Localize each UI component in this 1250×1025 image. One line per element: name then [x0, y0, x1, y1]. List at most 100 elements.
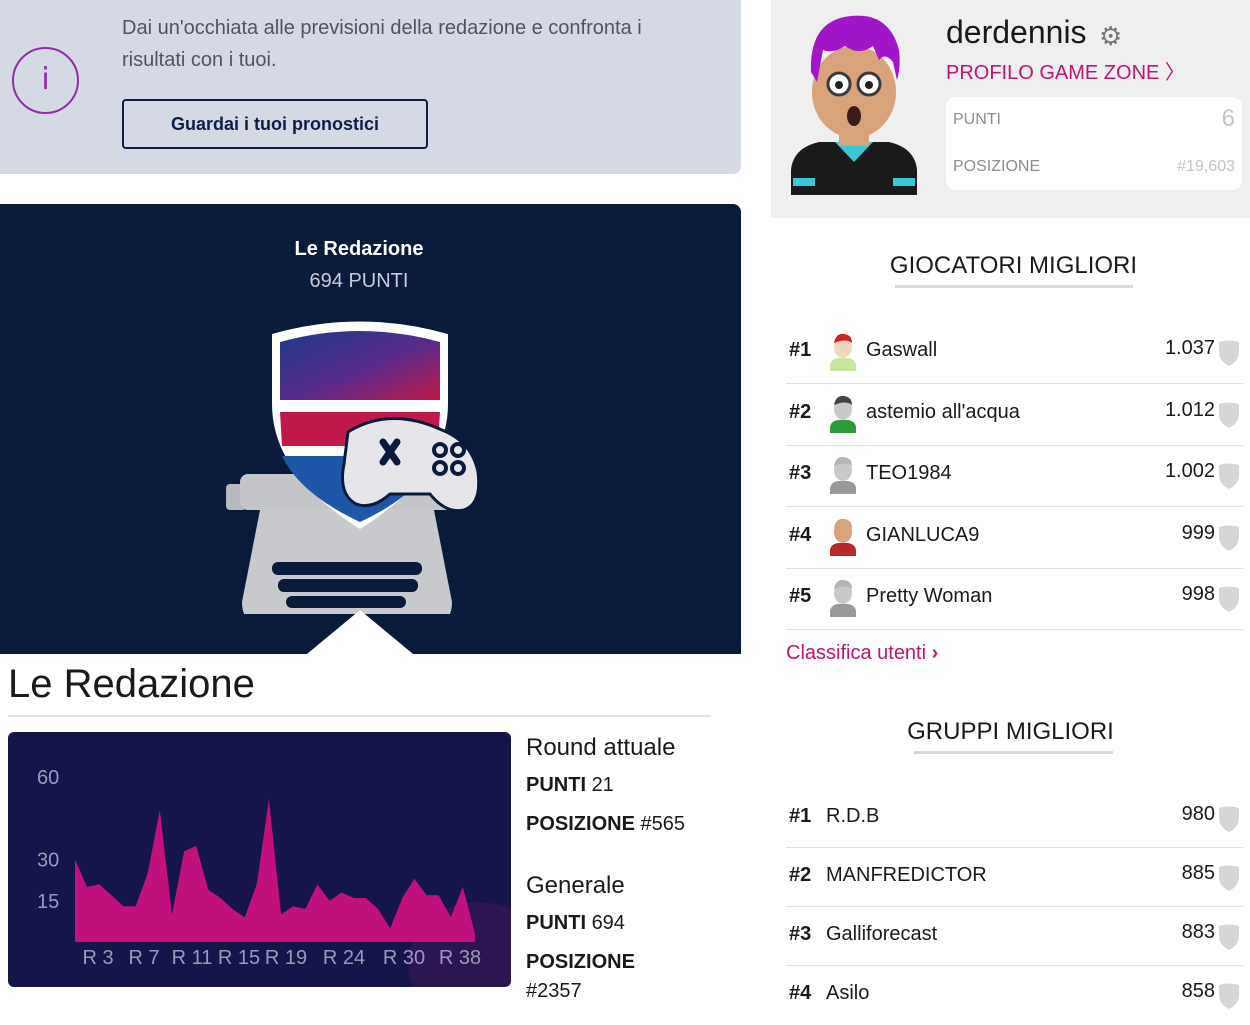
position-value: #19,603: [1177, 158, 1235, 175]
chevron-right-icon: ›: [931, 642, 939, 664]
player-row[interactable]: #4 GIANLUCA9 999: [786, 506, 1243, 567]
points-label: PUNTI: [526, 912, 586, 934]
rank: #3: [789, 923, 812, 945]
group-row[interactable]: #3 Galliforecast 883: [786, 905, 1243, 966]
title-divider: [8, 715, 711, 717]
player-row[interactable]: #3 TEO1984 1.002: [786, 444, 1243, 505]
points-value: 694: [591, 912, 625, 934]
player-name: Pretty Woman: [866, 585, 993, 607]
profile-stats-card: PUNTI 6 POSIZIONE #19,603: [946, 97, 1242, 190]
y-tick-label: 15: [37, 891, 59, 913]
y-tick-label: 60: [37, 767, 59, 789]
current-round-position: POSIZIONE #565: [526, 813, 736, 836]
points-label: PUNTI: [526, 774, 586, 796]
player-score: 1.012: [1164, 398, 1215, 421]
top-groups-underline: [914, 751, 1113, 754]
points-value: 6: [1221, 105, 1235, 132]
profile-game-zone-link[interactable]: PROFILO GAME ZONE 〉: [946, 56, 1185, 85]
sidebar: derdennis ⚙ PROFILO GAME ZONE 〉 PUNTI 6 …: [771, 0, 1250, 1018]
hero-name: Le Redazione: [294, 238, 424, 260]
player-row[interactable]: #1 Gaswall 1.037: [786, 321, 1243, 382]
grey-avatar-icon: [828, 577, 858, 622]
rank: #2: [789, 400, 812, 423]
info-text: Dai un'occhiata alle previsioni della re…: [122, 17, 642, 71]
player-score: 1.002: [1164, 460, 1215, 482]
group-row[interactable]: #4 Asilo 858: [786, 964, 1243, 1025]
shield-icon: [1217, 864, 1241, 897]
player-score: 999: [1181, 521, 1215, 544]
player-score: 998: [1181, 583, 1215, 605]
rank: #3: [789, 462, 812, 484]
shield-icon: [1217, 923, 1241, 956]
x-tick-label: R 7: [128, 947, 159, 969]
hero-points: 694 PUNTI: [309, 270, 409, 292]
current-round-points: PUNTI 21: [526, 774, 736, 797]
position-label: POSIZIONE: [526, 813, 635, 835]
x-tick-label: R 38: [439, 947, 481, 969]
x-tick-label: R 19: [265, 947, 307, 969]
points-label: PUNTI: [953, 111, 1001, 128]
shield-icon: [1217, 982, 1241, 1015]
player-name: Gaswall: [866, 339, 938, 361]
position-label: POSIZIONE: [953, 158, 1041, 175]
main-column: i Dai un'occhiata alle previsioni della …: [0, 0, 741, 1018]
shield-icon: [1217, 339, 1241, 372]
cap-avatar-icon: [828, 331, 858, 376]
x-tick-label: R 11: [172, 947, 213, 969]
group-row[interactable]: #2 MANFREDICTOR 885: [786, 846, 1243, 907]
player-row[interactable]: #5 Pretty Woman 998: [786, 567, 1243, 628]
points-value: 21: [591, 774, 614, 796]
group-row[interactable]: #1 R.D.B 980: [786, 787, 1243, 848]
gear-icon[interactable]: ⚙: [1099, 22, 1122, 52]
x-tick-label: R 15: [218, 947, 260, 969]
shield-icon: [1217, 585, 1241, 618]
user-ranking-link[interactable]: Classifica utenti ›: [786, 642, 938, 665]
player-row[interactable]: #2 astemio all'acqua 1.012: [786, 383, 1243, 444]
group-name: Galliforecast: [826, 923, 938, 945]
position-label: POSIZIONE: [526, 951, 635, 973]
group-score: 885: [1181, 862, 1215, 884]
shield-icon: [1217, 524, 1241, 557]
points-chart: 60 30 15 R 3 R 7 R 11 R 15 R 19 R 24 R 30 R 38: [8, 732, 511, 987]
shield-icon: [1217, 805, 1241, 838]
overall-position-label: POSIZIONE: [526, 951, 736, 974]
green-avatar-icon: [828, 393, 858, 438]
group-name: R.D.B: [826, 805, 880, 827]
username: derdennis: [946, 14, 1087, 50]
overall-points: PUNTI 694: [526, 912, 736, 935]
grey-avatar-icon: [828, 454, 858, 499]
user-avatar-icon: [791, 15, 917, 195]
rank: #2: [789, 864, 812, 886]
player-name: TEO1984: [866, 462, 952, 484]
x-tick-label: R 30: [383, 947, 425, 969]
position-value: #565: [640, 813, 685, 835]
overall-position-value: #2357: [526, 980, 582, 1002]
profile-panel: derdennis ⚙ PROFILO GAME ZONE 〉 PUNTI 6 …: [771, 0, 1250, 218]
rank: #4: [789, 523, 812, 546]
top-players-underline: [895, 285, 1133, 288]
view-predictions-button[interactable]: Guardai i tuoi pronostici: [122, 99, 428, 149]
rank: #1: [789, 339, 812, 361]
current-round-heading: Round attuale: [526, 734, 676, 761]
page-title: Le Redazione: [8, 662, 255, 706]
hero-notch: [307, 610, 413, 654]
group-name: MANFREDICTOR: [826, 864, 987, 886]
stats-panel: Round attuale PUNTI 21 POSIZIONE #565 Ge…: [526, 732, 736, 1003]
rank: #1: [789, 805, 812, 827]
info-icon: i: [12, 47, 79, 114]
group-score: 858: [1181, 980, 1215, 1002]
info-banner: i Dai un'occhiata alle previsioni della …: [0, 0, 741, 174]
rank: #5: [789, 585, 812, 607]
overall-heading: Generale: [526, 872, 625, 899]
red-avatar-icon: [828, 516, 858, 561]
shield-icon: [1217, 401, 1241, 434]
points-chart-svg: 60 30 15 R 3 R 7 R 11 R 15 R 19 R 24 R 30 R 38: [37, 767, 511, 987]
redazione-logo-icon: [226, 321, 481, 614]
player-name: GIANLUCA9: [866, 523, 980, 546]
x-tick-label: R 3: [82, 947, 113, 969]
top-players-title: GIOCATORI MIGLIORI: [889, 252, 1138, 279]
row-divider: [786, 629, 1243, 630]
hero-panel: Le Redazione 694 PUNTI: [0, 204, 741, 654]
rank: #4: [789, 982, 812, 1004]
group-name: Asilo: [826, 982, 870, 1004]
